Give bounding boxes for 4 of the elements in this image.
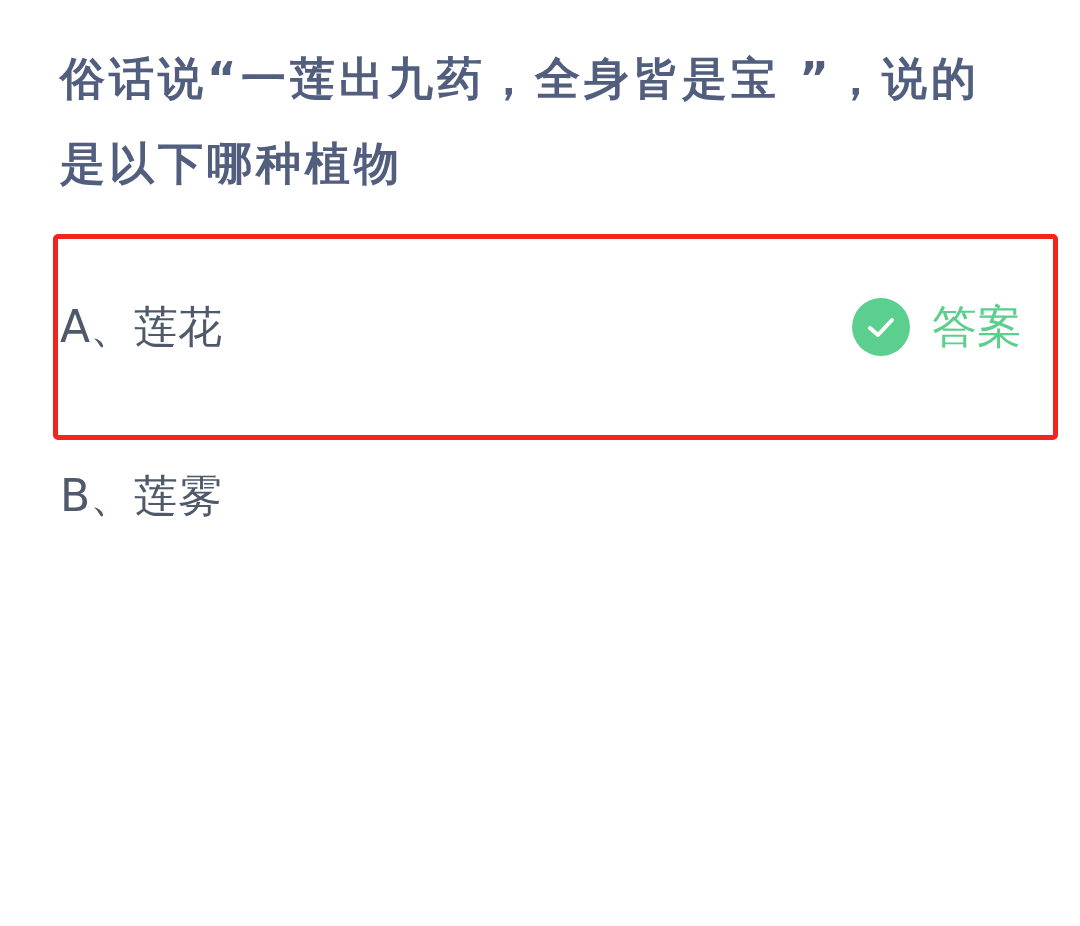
answer-option[interactable]: A、莲花 — [60, 296, 223, 357]
question-text: 俗话说“一莲出九药，全身皆是宝 ”，说的是以下哪种植物 — [60, 51, 981, 192]
answer-option[interactable]: B、莲雾 — [60, 465, 223, 526]
answer-label: 答案 — [932, 298, 1022, 355]
